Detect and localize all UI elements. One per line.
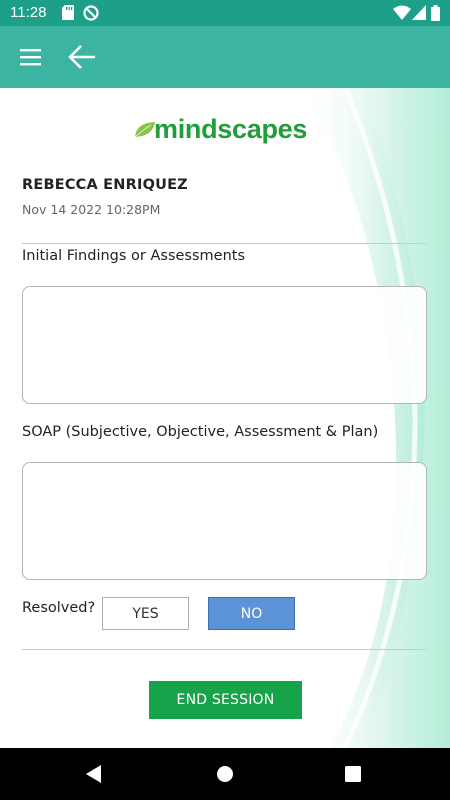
divider xyxy=(22,649,427,650)
nav-back-icon[interactable] xyxy=(86,765,102,783)
initial-findings-label: Initial Findings or Assessments xyxy=(22,248,246,264)
soap-label: SOAP (Subjective, Objective, Assessment … xyxy=(22,424,379,440)
divider xyxy=(22,243,427,244)
resolved-no-button[interactable]: NO xyxy=(208,597,295,630)
nav-recents-icon[interactable] xyxy=(345,766,361,782)
initial-findings-input[interactable] xyxy=(22,286,427,404)
status-time: 11:28 xyxy=(10,4,47,21)
resolved-label: Resolved? xyxy=(22,600,96,616)
battery-icon xyxy=(431,5,440,21)
session-datetime: Nov 14 2022 10:28PM xyxy=(22,202,161,217)
logo-text: mindscapes xyxy=(154,114,308,144)
status-bar: 11:28 xyxy=(0,0,450,26)
end-session-button[interactable]: END SESSION xyxy=(149,681,302,719)
patient-name: REBECCA ENRIQUEZ xyxy=(22,177,188,193)
nav-home-icon[interactable] xyxy=(216,765,234,783)
menu-button[interactable] xyxy=(14,41,48,73)
system-nav-bar xyxy=(0,748,450,800)
signal-icon xyxy=(412,5,426,20)
leaf-icon xyxy=(134,122,155,138)
sd-card-icon xyxy=(62,5,74,20)
back-button[interactable] xyxy=(64,40,100,74)
app-bar xyxy=(0,26,450,88)
wifi-icon xyxy=(393,5,411,20)
session-form: mindscapes REBECCA ENRIQUEZ Nov 14 2022 … xyxy=(0,88,450,748)
hamburger-menu-icon xyxy=(20,49,41,66)
resolved-yes-button[interactable]: YES xyxy=(102,597,189,630)
soap-input[interactable] xyxy=(22,462,427,580)
back-arrow-icon xyxy=(68,45,95,69)
data-saver-icon xyxy=(83,5,99,21)
